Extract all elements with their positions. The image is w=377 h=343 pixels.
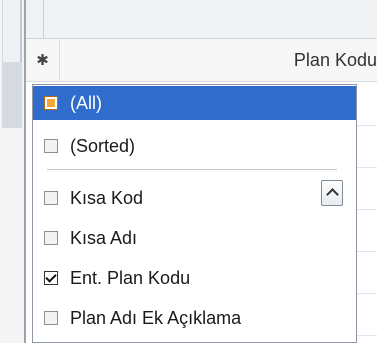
separator-highlight — [47, 171, 337, 172]
chevron-up-icon — [326, 188, 339, 201]
panel-splitter[interactable] — [2, 0, 22, 62]
filter-item-label: Kısa Kod — [70, 187, 144, 208]
filter-item-label: Plan Adı Ek Açıklama — [70, 307, 242, 328]
checkbox-indeterminate-icon[interactable] — [44, 96, 58, 110]
grid-row-divider — [355, 209, 377, 210]
grid-row-divider — [355, 167, 377, 168]
filter-item-ent-plan-kodu[interactable]: Ent. Plan Kodu — [33, 261, 356, 295]
left-panel-strip — [0, 0, 24, 343]
scroll-up-button[interactable] — [321, 180, 343, 206]
group-panel — [26, 0, 377, 39]
separator — [47, 169, 337, 170]
row-indicator-corner[interactable]: ✱ — [26, 39, 60, 81]
filter-item-sorted[interactable]: (Sorted) — [33, 129, 356, 163]
checkbox-icon[interactable] — [44, 191, 58, 205]
checkbox-icon[interactable] — [44, 231, 58, 245]
filter-item-label: Kısa Adı — [70, 227, 138, 248]
filter-item-kisa-kod[interactable]: Kısa Kod — [33, 181, 356, 215]
grid-row-divider — [355, 251, 377, 252]
panel-band — [2, 62, 22, 128]
grid-view-area: ✱ Plan Kodu (All) (Sorted) Kısa Kod Kısa… — [0, 0, 377, 343]
filter-item-plan-adi-ek-aciklama[interactable]: Plan Adı Ek Açıklama — [33, 301, 356, 335]
grid-row-divider — [355, 293, 377, 294]
grid-header-row: ✱ Plan Kodu — [26, 39, 377, 82]
grid-row-divider — [355, 125, 377, 126]
checkbox-icon[interactable] — [44, 311, 58, 325]
filter-item-label: Ent. Plan Kodu — [70, 267, 191, 288]
group-panel-divider — [43, 0, 44, 38]
checkbox-checked-icon[interactable] — [44, 271, 58, 285]
filter-item-all[interactable]: (All) — [33, 86, 356, 120]
column-filter-popup: (All) (Sorted) Kısa Kod Kısa Adı Ent. Pl… — [32, 84, 357, 343]
grid-row-divider — [355, 335, 377, 336]
checkbox-icon[interactable] — [44, 139, 58, 153]
filter-item-label: (All) — [70, 92, 102, 113]
filter-item-label: (Sorted) — [70, 135, 136, 156]
column-header-plan-kodu[interactable]: Plan Kodu — [294, 39, 377, 81]
filter-item-kisa-adi[interactable]: Kısa Adı — [33, 221, 356, 255]
